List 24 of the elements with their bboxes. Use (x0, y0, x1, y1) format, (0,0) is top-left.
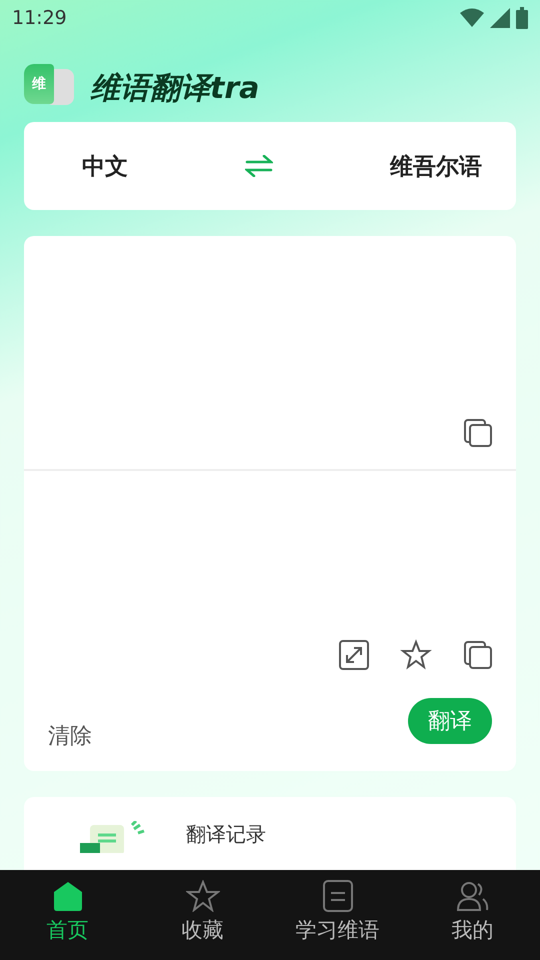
battery-icon (516, 7, 528, 29)
copy-icon[interactable] (462, 417, 494, 449)
history-card[interactable]: 翻译记录 (24, 797, 516, 870)
nav-tab[interactable]: 学习维语 (270, 870, 405, 960)
source-language[interactable]: 中文 (82, 150, 128, 182)
list-icon (322, 880, 352, 912)
history-title: 翻译记录 (186, 821, 266, 848)
nav-tab[interactable]: 收藏 (135, 870, 270, 960)
nav-tab[interactable]: 我的 (405, 870, 540, 960)
swap-icon[interactable] (245, 155, 273, 177)
clear-button[interactable]: 清除 (48, 721, 92, 751)
home-icon (52, 880, 84, 912)
expand-icon[interactable] (338, 639, 370, 671)
copy-icon[interactable] (462, 639, 494, 671)
app-logo: 维 (24, 64, 76, 112)
nav-tab[interactable]: 首页 (0, 870, 135, 960)
users-icon (456, 880, 490, 912)
target-language[interactable]: 维吾尔语 (390, 150, 482, 182)
app-title: 维语翻译tra (90, 70, 260, 108)
signal-icon (490, 8, 510, 28)
wifi-icon (460, 8, 484, 28)
star-icon[interactable] (400, 639, 432, 671)
star-icon (186, 880, 220, 912)
status-time: 11:29 (12, 7, 67, 29)
